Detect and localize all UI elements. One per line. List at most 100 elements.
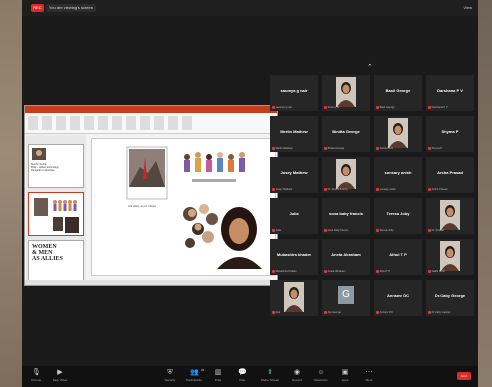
ribbon-button[interactable] [84,116,94,130]
unmute-button[interactable]: 🎙 Unmute [25,369,47,382]
participant-label: Josey Mathew [272,188,292,191]
muted-mic-icon [272,147,275,150]
reactions-label: Reactions [314,378,328,382]
apps-label: Apps [341,378,349,382]
room-photo-right [478,0,492,387]
participant-tile[interactable]: Josey Mathew Josey Mathew [270,157,318,193]
participant-label-text: Darshana P V [431,106,448,109]
muted-mic-icon [376,270,379,273]
share-screen-icon: ⬆ [267,369,273,376]
participant-tile[interactable]: saumya g nair saumya g nair [270,75,318,111]
apps-icon: ▣ [341,369,349,376]
security-label: Security [164,378,176,382]
ribbon-button[interactable] [56,116,66,130]
participant-label: Athul T P [376,270,390,273]
reactions-button[interactable]: ☺ Reactions [310,369,332,382]
recording-badge[interactable]: REC [31,4,44,12]
ribbon-button[interactable] [112,116,122,130]
participant-tile[interactable]: Teresa Joby Teresa Joby [374,198,422,234]
muted-mic-icon [376,229,379,232]
participant-gallery: saumya g nair saumya g nair Sowmy IV Basil … [270,75,474,320]
participant-tile[interactable]: Basil George Basil George [374,75,422,111]
stop-video-button[interactable]: ▶ Stop Video [49,369,71,382]
ribbon-button[interactable] [70,116,80,130]
participant-tile[interactable]: Arsha Prasad Arsha Prasad [426,157,474,193]
participant-label: Sakhi Sunil [428,270,445,273]
participant-tile[interactable]: Mubashira khader Mubashira Khader [270,239,318,275]
more-button[interactable]: ⋯ More [358,369,380,382]
participant-name: sona baby francis [328,211,363,216]
participant-label-text: Binitta George [327,147,345,150]
muted-mic-icon [376,188,379,191]
collage-illustration [183,204,218,248]
participant-tile[interactable]: sunsary anish sunsary anish [374,157,422,193]
participant-label-text: Annsmr DC [379,311,393,314]
participant-tile[interactable]: Reji [270,280,318,316]
muted-mic-icon [272,270,275,273]
participant-tile[interactable]: Sonali Dent [374,116,422,152]
participant-label-text: Josey Mathew [275,188,293,191]
top-bar: REC You are viewing's screen View [22,0,478,16]
slide-thumbnail-selected[interactable] [28,192,84,236]
participant-tile[interactable]: Aneta Abraham Aneta Abraham [322,239,370,275]
ribbon-button[interactable] [182,116,192,130]
polls-button[interactable]: ▥ Polls [207,369,229,382]
participant-tile[interactable]: Sakhi Sunil [426,239,474,275]
participant-tile[interactable]: Dr.Caby George Dr.Caby George [426,280,474,316]
muted-mic-icon [376,106,379,109]
end-meeting-button[interactable]: End [457,372,471,380]
ribbon-button[interactable] [28,116,38,130]
participant-label-text: Dr. Resmi Antony [327,188,348,191]
participant-tile[interactable]: Dr. Prasad [426,198,474,234]
slide-canvas[interactable]: Life offers us our Choice [91,138,276,276]
participant-label-text: Dr. Prasad [431,229,444,232]
participant-label: Basil George [376,106,395,109]
slide-artwork [126,146,262,269]
participant-label-text: Jiju George [327,311,341,314]
participant-label-text: Sakhi Sunil [431,270,445,273]
ribbon-button[interactable] [42,116,52,130]
participant-label: Merlin Mathew [272,147,292,150]
ribbon-button[interactable] [98,116,108,130]
screen-share-label[interactable]: You are viewing's screen [46,4,96,12]
chat-button[interactable]: 💬 Chat [231,369,253,382]
participant-tile[interactable]: Sowmy IV [322,75,370,111]
participant-tile[interactable]: Shyma P Shyma P [426,116,474,152]
muted-mic-icon [324,188,327,191]
ribbon-button[interactable] [168,116,178,130]
chevron-up-icon[interactable]: ⌃ [367,63,373,71]
microphone-icon: 🎙 [32,369,41,376]
ribbon-button[interactable] [126,116,136,130]
participant-name: Darshana P V [437,88,463,93]
participant-tile[interactable]: Binitta George Binitta George [322,116,370,152]
participant-label-text: Merlin Mathew [275,147,293,150]
participant-tile[interactable]: Dr. Resmi Antony [322,157,370,193]
more-dots-icon: ⋯ [365,369,373,376]
bar-chart-icon: ▥ [214,369,222,376]
security-button[interactable]: ⛨ Security [159,369,181,382]
ribbon-button[interactable] [140,116,150,130]
participant-name: Arsha Prasad [437,170,463,175]
slide-thumbnail[interactable]: WOMEN & MEN AS ALLIES [28,240,84,284]
slide-thumbnail[interactable]: Suzzle Sunita Pillai – skilled technolog… [28,144,84,188]
ribbon-button[interactable] [154,116,164,130]
view-button[interactable]: View [463,4,472,12]
participants-count: 32 [201,368,205,372]
participant-tile[interactable]: Darshana P V Darshana P V [426,75,474,111]
participant-tile[interactable]: Julia Julia [270,198,318,234]
participant-tile[interactable]: Annsmr DC Annsmr DC [374,280,422,316]
participant-tile[interactable]: G Jiju George [322,280,370,316]
participant-tile[interactable]: sona baby francis sona baby francis [322,198,370,234]
record-button[interactable]: ◉ Record [286,369,308,382]
women-men-allies-text: WOMEN & MEN AS ALLIES [29,241,83,262]
muted-mic-icon [428,311,431,314]
participant-label: Dr. Prasad [428,229,444,232]
participant-label-text: Arsha Prasad [431,188,448,191]
meeting-controls-bar: 🎙 Unmute ▶ Stop Video ⛨ Security 👥 Participa… [22,366,478,387]
muted-mic-icon [428,147,431,150]
share-screen-button[interactable]: ⬆ Share Screen [257,369,283,382]
participant-tile[interactable]: Athul T P Athul T P [374,239,422,275]
women-figures-illustration [184,152,245,182]
participant-tile[interactable]: Merlin Mathew Merlin Mathew [270,116,318,152]
apps-button[interactable]: ▣ Apps [334,369,356,382]
